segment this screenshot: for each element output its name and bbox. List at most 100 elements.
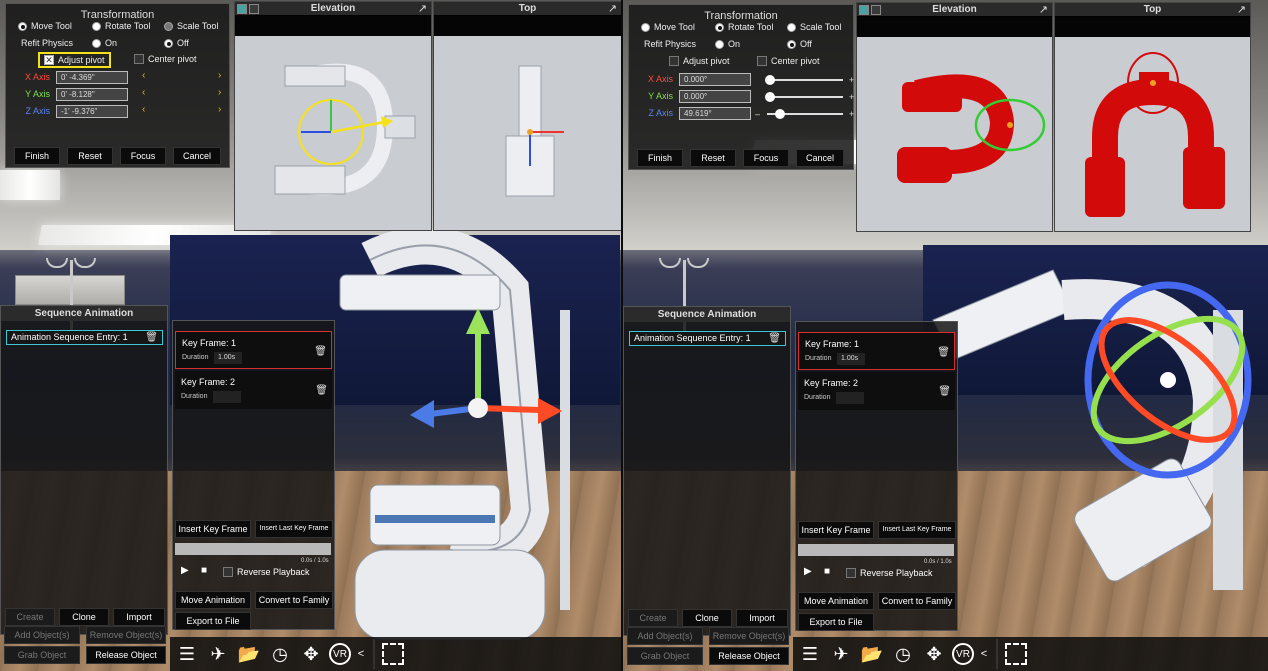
reverse-playback-checkbox[interactable]: Reverse Playback xyxy=(846,568,933,578)
y-increase-chevron[interactable]: › xyxy=(218,87,221,98)
key-frame-item[interactable]: Key Frame: 1 Duration 1.00s 🗑 xyxy=(798,332,955,370)
reset-button[interactable]: Reset xyxy=(690,149,736,167)
finish-button[interactable]: Finish xyxy=(637,149,683,167)
x-rotation-slider[interactable]: + xyxy=(765,75,854,85)
focus-button[interactable]: Focus xyxy=(120,147,166,165)
move-tool-radio[interactable]: Move Tool xyxy=(641,22,695,32)
import-button[interactable]: Import xyxy=(113,608,165,626)
add-objects-button[interactable]: Add Object(s) xyxy=(627,627,703,645)
x-decrease-chevron[interactable]: ‹ xyxy=(142,70,145,81)
z-axis-field[interactable]: -1' -9.376" xyxy=(56,105,128,118)
trash-icon[interactable]: 🗑 xyxy=(314,346,327,357)
top-viewport[interactable]: Top ↗ xyxy=(1054,2,1251,232)
z-increase-chevron[interactable]: › xyxy=(218,104,221,115)
scale-tool-radio[interactable]: Scale Tool xyxy=(164,21,218,31)
create-button[interactable]: Create xyxy=(5,608,55,626)
refit-on-radio[interactable]: On xyxy=(92,38,117,48)
collapse-toolbar-icon[interactable]: < xyxy=(356,641,366,667)
rotate-gizmo[interactable] xyxy=(1073,280,1263,480)
export-to-file-button[interactable]: Export to File xyxy=(798,613,874,631)
vr-icon[interactable]: VR xyxy=(952,643,974,665)
filmstrip-icon[interactable] xyxy=(1005,643,1027,665)
y-rotation-slider[interactable]: + xyxy=(765,92,854,102)
finish-button[interactable]: Finish xyxy=(14,147,60,165)
export-to-file-button[interactable]: Export to File xyxy=(175,612,251,630)
duration-field[interactable]: 1.00s xyxy=(837,353,865,365)
expand-icon[interactable]: ↗ xyxy=(1039,3,1048,16)
x-axis-field[interactable]: 0' -4.369" xyxy=(56,71,128,84)
list-icon[interactable]: ☰ xyxy=(174,641,200,667)
clock-icon[interactable]: ◷ xyxy=(267,641,293,667)
expand-icon[interactable]: ↗ xyxy=(608,2,617,15)
trash-icon[interactable]: 🗑 xyxy=(938,386,951,397)
grab-object-button[interactable]: Grab Object xyxy=(627,647,703,665)
convert-to-family-button[interactable]: Convert to Family xyxy=(878,592,956,610)
x-increase-chevron[interactable]: › xyxy=(218,70,221,81)
add-objects-button[interactable]: Add Object(s) xyxy=(4,626,80,644)
center-pivot-checkbox[interactable]: Center pivot xyxy=(134,54,197,64)
move-arrows-icon[interactable]: ✥ xyxy=(921,641,947,667)
duration-field[interactable]: 1.00s xyxy=(214,352,242,364)
key-frame-item[interactable]: Key Frame: 1 Duration 1.00s 🗑 xyxy=(175,331,332,369)
z-axis-field[interactable]: 49.619° xyxy=(679,107,751,120)
move-arrows-icon[interactable]: ✥ xyxy=(298,641,324,667)
adjust-pivot-checkbox[interactable]: Adjust pivot xyxy=(669,56,730,66)
insert-last-key-frame-button[interactable]: Insert Last Key Frame xyxy=(255,520,333,538)
list-icon[interactable]: ☰ xyxy=(797,641,823,667)
z-decrease-chevron[interactable]: ‹ xyxy=(142,104,145,115)
insert-last-key-frame-button[interactable]: Insert Last Key Frame xyxy=(878,521,956,539)
plane-icon[interactable]: ✈ xyxy=(828,641,854,667)
vr-icon[interactable]: VR xyxy=(329,643,351,665)
refit-on-radio[interactable]: On xyxy=(715,39,740,49)
top-viewport[interactable]: Top ↗ xyxy=(433,1,622,231)
clone-button[interactable]: Clone xyxy=(59,608,109,626)
focus-button[interactable]: Focus xyxy=(743,149,789,167)
y-decrease-chevron[interactable]: ‹ xyxy=(142,87,145,98)
refit-off-radio[interactable]: Off xyxy=(787,39,812,49)
clone-button[interactable]: Clone xyxy=(682,609,732,627)
y-axis-field[interactable]: 0.000° xyxy=(679,90,751,103)
release-object-button[interactable]: Release Object xyxy=(709,647,789,665)
clock-icon[interactable]: ◷ xyxy=(890,641,916,667)
expand-icon[interactable]: ↗ xyxy=(418,2,427,15)
stop-icon[interactable]: ■ xyxy=(824,566,830,577)
collapse-toolbar-icon[interactable]: < xyxy=(979,641,989,667)
move-gizmo[interactable] xyxy=(400,300,580,450)
play-icon[interactable]: ▶ xyxy=(181,565,189,576)
scale-tool-radio[interactable]: Scale Tool xyxy=(787,22,841,32)
move-animation-button[interactable]: Move Animation xyxy=(175,591,251,609)
expand-icon[interactable]: ↗ xyxy=(1237,3,1246,16)
timeline-progress[interactable] xyxy=(175,543,331,555)
filmstrip-icon[interactable] xyxy=(382,643,404,665)
reverse-playback-checkbox[interactable]: Reverse Playback xyxy=(223,567,310,577)
cancel-button[interactable]: Cancel xyxy=(796,149,844,167)
sequence-entry[interactable]: Animation Sequence Entry: 1 🗑 xyxy=(6,330,163,345)
insert-key-frame-button[interactable]: Insert Key Frame xyxy=(175,520,251,538)
z-rotation-slider[interactable]: – + xyxy=(755,109,854,119)
elevation-viewport[interactable]: Elevation ↗ xyxy=(856,2,1053,232)
move-tool-radio[interactable]: Move Tool xyxy=(18,21,72,31)
reset-button[interactable]: Reset xyxy=(67,147,113,165)
convert-to-family-button[interactable]: Convert to Family xyxy=(255,591,333,609)
insert-key-frame-button[interactable]: Insert Key Frame xyxy=(798,521,874,539)
elevation-viewport[interactable]: Elevation ↗ xyxy=(234,1,432,231)
move-animation-button[interactable]: Move Animation xyxy=(798,592,874,610)
release-object-button[interactable]: Release Object xyxy=(86,646,166,664)
folder-icon[interactable]: 📂 xyxy=(236,641,262,667)
play-icon[interactable]: ▶ xyxy=(804,566,812,577)
remove-objects-button[interactable]: Remove Object(s) xyxy=(86,626,166,644)
create-button[interactable]: Create xyxy=(628,609,678,627)
stop-icon[interactable]: ■ xyxy=(201,565,207,576)
remove-objects-button[interactable]: Remove Object(s) xyxy=(709,627,789,645)
y-axis-field[interactable]: 0' -8.128" xyxy=(56,88,128,101)
x-axis-field[interactable]: 0.000° xyxy=(679,73,751,86)
adjust-pivot-checkbox[interactable]: ✕ Adjust pivot xyxy=(38,52,111,68)
timeline-progress[interactable] xyxy=(798,544,954,556)
import-button[interactable]: Import xyxy=(736,609,788,627)
duration-field[interactable] xyxy=(836,392,864,404)
plane-icon[interactable]: ✈ xyxy=(205,641,231,667)
key-frame-item[interactable]: Key Frame: 2 Duration 🗑 xyxy=(175,371,332,409)
trash-icon[interactable]: 🗑 xyxy=(937,347,950,358)
trash-icon[interactable]: 🗑 xyxy=(145,331,158,344)
sequence-entry[interactable]: Animation Sequence Entry: 1 🗑 xyxy=(629,331,786,346)
